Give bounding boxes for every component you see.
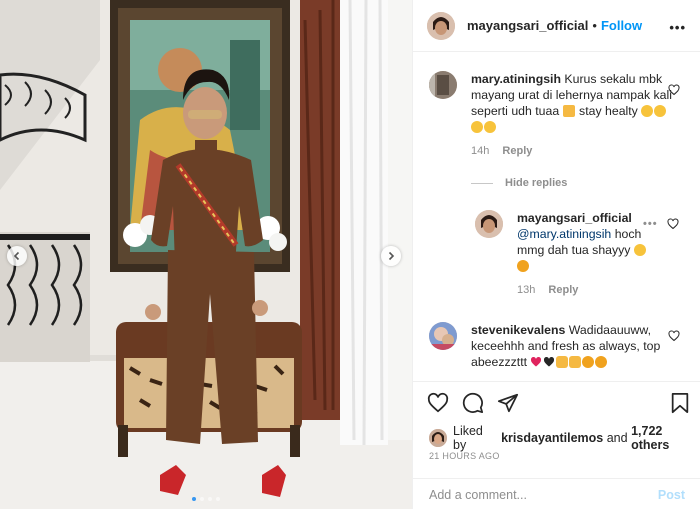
liked-by-count[interactable]: 1,722 others bbox=[631, 424, 700, 452]
share-icon[interactable] bbox=[497, 392, 519, 414]
comment-time: 13h bbox=[517, 284, 536, 296]
kiss-face-icon bbox=[484, 121, 496, 133]
comment-username[interactable]: mary.atiningsih bbox=[471, 72, 561, 86]
photo-scene bbox=[0, 0, 412, 509]
carousel-dots bbox=[192, 497, 220, 501]
avatar[interactable] bbox=[429, 322, 457, 350]
more-options-icon[interactable]: ••• bbox=[669, 20, 686, 35]
thumbs-up-icon bbox=[556, 356, 569, 368]
folded-hands-icon bbox=[562, 105, 575, 117]
star-struck-icon bbox=[582, 356, 595, 368]
avatar[interactable] bbox=[429, 429, 447, 447]
comment-time: 14h bbox=[471, 145, 490, 157]
carousel-dot[interactable] bbox=[216, 497, 220, 501]
comment-item: mary.atiningsih Kurus sekalu mbk mayang … bbox=[429, 71, 677, 159]
post-actions: Liked by krisdayantilemos and 1,722 othe… bbox=[413, 381, 700, 509]
comment-item: stevenikevalens Wadidaauuww, keceehhh an… bbox=[429, 322, 675, 370]
post-timestamp[interactable]: 21 HOURS AGO bbox=[429, 451, 500, 461]
liked-by-prefix: Liked by bbox=[453, 424, 483, 452]
post-photo[interactable] bbox=[0, 0, 412, 509]
hide-replies-button[interactable]: Hide replies bbox=[471, 177, 567, 189]
kiss-face-icon bbox=[641, 105, 654, 117]
reply-button[interactable]: Reply bbox=[548, 284, 578, 296]
ok-hand-icon bbox=[569, 356, 582, 368]
avatar[interactable] bbox=[429, 71, 457, 99]
comment-icon[interactable] bbox=[462, 392, 484, 414]
star-struck-icon bbox=[595, 356, 608, 368]
header-separator: • bbox=[592, 18, 597, 33]
carousel-dot[interactable] bbox=[192, 497, 196, 501]
carousel-prev-button[interactable] bbox=[7, 246, 27, 266]
grinning-sweat-icon bbox=[633, 244, 646, 256]
header-username[interactable]: mayangsari_official bbox=[467, 18, 588, 33]
carousel-next-button[interactable] bbox=[381, 246, 401, 266]
comment-meta: 13h Reply bbox=[517, 282, 661, 298]
liked-by-user[interactable]: krisdayantilemos bbox=[501, 431, 603, 445]
comment-username[interactable]: stevenikevalens bbox=[471, 323, 565, 337]
comment-mention[interactable]: @mary.atiningsih bbox=[517, 227, 611, 241]
comment-like-icon[interactable] bbox=[667, 218, 679, 230]
comment-meta: 14h Reply bbox=[471, 143, 677, 159]
comment-composer: Post bbox=[413, 478, 700, 509]
avatar[interactable] bbox=[427, 11, 455, 40]
heart-emoji-icon bbox=[530, 356, 542, 368]
comment-more-icon[interactable]: ••• bbox=[643, 218, 658, 230]
reply-button[interactable]: Reply bbox=[502, 145, 532, 157]
avatar[interactable] bbox=[475, 210, 503, 238]
bookmark-icon[interactable] bbox=[669, 392, 691, 414]
kiss-face-icon bbox=[654, 105, 667, 117]
chevron-right-icon bbox=[388, 251, 395, 261]
post-side-panel: mayangsari_official • Follow ••• mary.at… bbox=[412, 0, 700, 509]
carousel-dot[interactable] bbox=[200, 497, 204, 501]
post-button[interactable]: Post bbox=[658, 488, 685, 502]
post-header: mayangsari_official • Follow ••• bbox=[413, 0, 700, 52]
comment-like-icon[interactable] bbox=[668, 330, 680, 342]
heart-icon[interactable] bbox=[427, 392, 449, 414]
comment-input[interactable] bbox=[429, 487, 658, 502]
follow-button[interactable]: Follow bbox=[601, 18, 642, 33]
divider bbox=[471, 182, 493, 184]
comment-like-icon[interactable] bbox=[668, 84, 680, 96]
chevron-left-icon bbox=[13, 251, 20, 261]
comment-reply-item: mayangsari_official @mary.atiningsih hoc… bbox=[475, 210, 661, 298]
likes-summary: Liked by krisdayantilemos and 1,722 othe… bbox=[429, 424, 700, 452]
liked-by-and: and bbox=[606, 431, 628, 445]
black-heart-icon bbox=[543, 356, 555, 368]
comment-username[interactable]: mayangsari_official bbox=[517, 211, 632, 225]
star-struck-icon bbox=[517, 260, 529, 272]
comment-text-tail: stay healty bbox=[579, 104, 638, 118]
kiss-face-icon bbox=[471, 121, 483, 133]
hide-replies-label: Hide replies bbox=[505, 177, 568, 189]
carousel-dot[interactable] bbox=[208, 497, 212, 501]
comments-list[interactable]: mary.atiningsih Kurus sekalu mbk mayang … bbox=[413, 53, 700, 380]
